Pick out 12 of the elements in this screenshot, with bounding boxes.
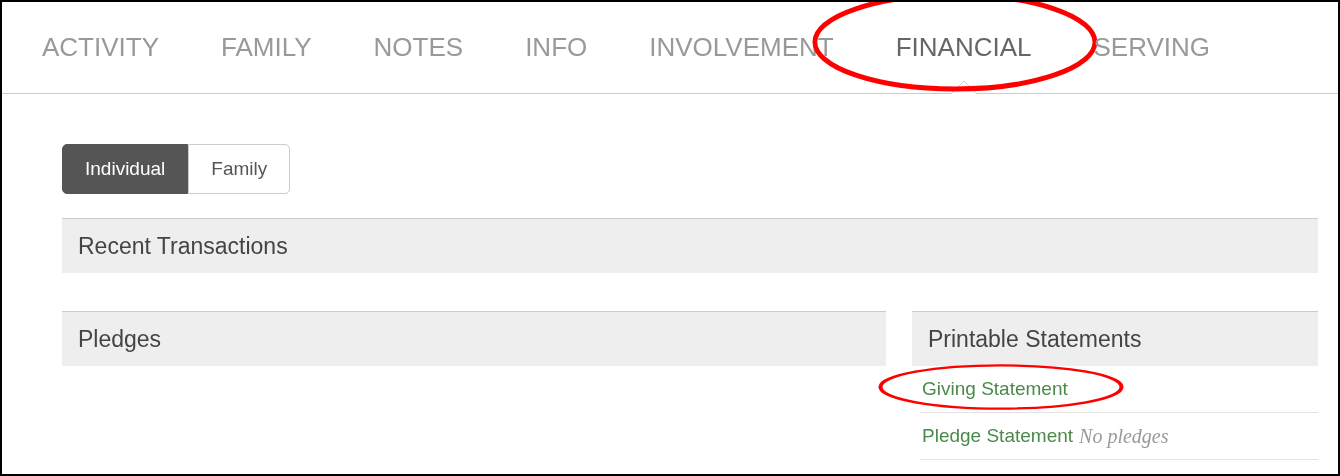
tab[interactable]: INFO bbox=[525, 2, 588, 93]
toggle-button[interactable]: Individual bbox=[62, 144, 189, 194]
section-header: Printable Statements bbox=[912, 311, 1318, 366]
toggle-button[interactable]: Family bbox=[188, 144, 291, 194]
tab[interactable]: SERVING bbox=[1093, 2, 1211, 93]
section-header: Recent Transactions bbox=[62, 218, 1318, 273]
statement-link[interactable]: Pledge Statement bbox=[922, 425, 1074, 447]
section-header: Pledges bbox=[62, 311, 886, 366]
tab[interactable]: FAMILY bbox=[221, 2, 312, 93]
tab[interactable]: NOTES bbox=[373, 2, 464, 93]
tab[interactable]: ACTIVITY bbox=[42, 2, 159, 93]
note-text: No pledges bbox=[1079, 424, 1169, 448]
